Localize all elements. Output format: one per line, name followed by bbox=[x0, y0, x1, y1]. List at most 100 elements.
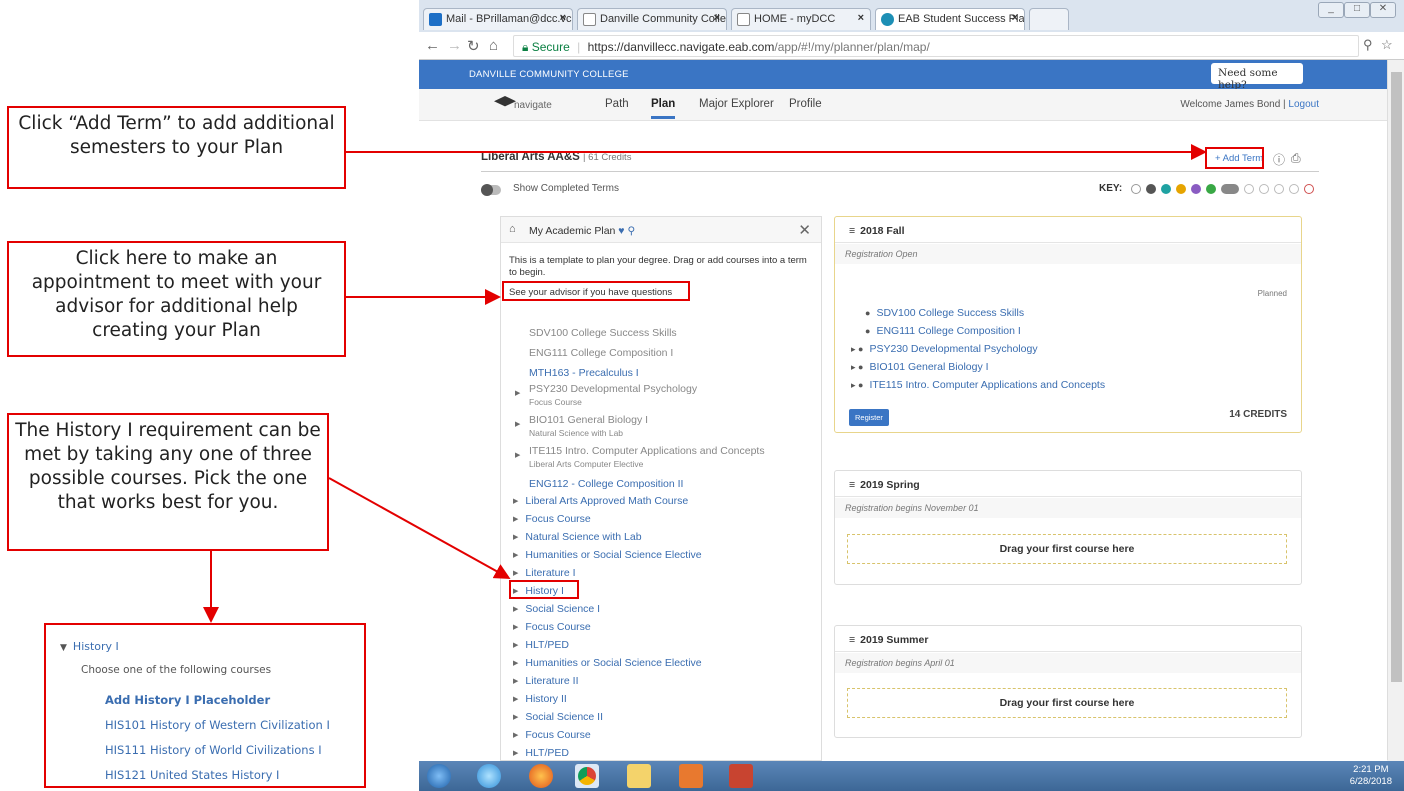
close-icon[interactable]: ✕ bbox=[798, 221, 811, 239]
page-icon bbox=[737, 13, 750, 26]
course-subtitle: Liberal Arts Computer Elective bbox=[529, 459, 644, 469]
logout-link[interactable]: Logout bbox=[1288, 99, 1319, 110]
requirement-item[interactable]: Focus Course bbox=[513, 621, 590, 633]
planned-course[interactable]: SDV100 College Success Skills bbox=[865, 307, 1024, 319]
requirement-item[interactable]: Liberal Arts Approved Math Course bbox=[513, 495, 688, 507]
nav-path[interactable]: Path bbox=[605, 98, 629, 110]
add-term-highlight bbox=[1205, 147, 1264, 169]
requirement-item[interactable]: Humanities or Social Science Elective bbox=[513, 549, 701, 561]
requirement-item[interactable]: Focus Course bbox=[513, 729, 590, 741]
ie-icon[interactable] bbox=[477, 764, 501, 788]
back-icon[interactable]: ← bbox=[425, 37, 440, 54]
planned-course[interactable]: ITE115 Intro. Computer Applications and … bbox=[851, 379, 1105, 391]
mail-icon bbox=[429, 13, 442, 26]
key-icon bbox=[1274, 184, 1284, 194]
media-icon[interactable] bbox=[679, 764, 703, 788]
reload-icon[interactable]: ↻ bbox=[467, 37, 480, 55]
advisor-highlight bbox=[502, 281, 690, 301]
requirement-item[interactable]: Literature I bbox=[513, 567, 575, 579]
term-card-summer-2019: 2019 Summer Registration begins April 01… bbox=[834, 625, 1302, 738]
home-icon[interactable]: ⌂ bbox=[489, 37, 498, 54]
lock-icon: 🔒︎ bbox=[522, 40, 529, 54]
key-icon bbox=[1146, 184, 1156, 194]
term-status: Registration Open bbox=[835, 244, 1301, 264]
completed-terms-toggle[interactable] bbox=[481, 184, 501, 196]
url-field[interactable]: 🔒︎ Secure | https://danvillecc.navigate.… bbox=[513, 35, 1359, 57]
course-item[interactable]: ENG111 College Composition I bbox=[529, 347, 673, 359]
expand-icon[interactable]: ▶ bbox=[515, 389, 520, 397]
history-heading: ▼ History I bbox=[60, 640, 119, 653]
requirement-item[interactable]: Natural Science with Lab bbox=[513, 531, 641, 543]
term-title: 2019 Spring bbox=[849, 479, 920, 491]
start-icon[interactable] bbox=[427, 764, 451, 788]
requirement-item[interactable]: Literature II bbox=[513, 675, 578, 687]
course-item[interactable]: MTH163 - Precalculus I bbox=[529, 367, 639, 379]
key-icon bbox=[1304, 184, 1314, 194]
requirement-item[interactable]: HLT/PED bbox=[513, 747, 569, 759]
star-icon[interactable]: ☆ bbox=[1381, 37, 1393, 53]
folder-icon[interactable] bbox=[627, 764, 651, 788]
course-subtitle: Natural Science with Lab bbox=[529, 428, 624, 438]
planned-course[interactable]: PSY230 Developmental Psychology bbox=[851, 343, 1037, 355]
requirement-item[interactable]: Social Science I bbox=[513, 603, 600, 615]
planned-course[interactable]: ENG111 College Composition I bbox=[865, 325, 1020, 337]
course-item[interactable]: ENG112 - College Composition II bbox=[529, 478, 683, 490]
key-icon bbox=[1289, 184, 1299, 194]
register-button[interactable]: Register bbox=[849, 409, 889, 426]
requirement-item[interactable]: HLT/PED bbox=[513, 639, 569, 651]
tab-mail[interactable]: Mail - BPrillaman@dcc.vc × bbox=[423, 8, 573, 30]
course-drop-zone[interactable]: Drag your first course here bbox=[847, 534, 1287, 564]
print-icon[interactable]: ⎙ bbox=[1291, 151, 1301, 166]
key-label: KEY: bbox=[1099, 183, 1123, 194]
navigate-logo[interactable]: navigate bbox=[494, 94, 568, 114]
nav-plan[interactable]: Plan bbox=[651, 98, 676, 119]
nav-profile[interactable]: Profile bbox=[789, 98, 822, 110]
minimize-button[interactable]: _ bbox=[1318, 2, 1344, 18]
divider bbox=[481, 171, 1319, 172]
requirement-item[interactable]: Humanities or Social Science Elective bbox=[513, 657, 701, 669]
new-tab-button[interactable] bbox=[1029, 8, 1069, 30]
scrollbar[interactable] bbox=[1387, 60, 1404, 760]
nav-major-explorer[interactable]: Major Explorer bbox=[699, 98, 774, 110]
firefox-icon[interactable] bbox=[529, 764, 553, 788]
academic-plan-panel: ⌂ My Academic Plan ♥ ⚲ ✕ This is a templ… bbox=[500, 216, 822, 761]
key-icon bbox=[1244, 184, 1254, 194]
college-name: DANVILLE COMMUNITY COLLEGE bbox=[469, 69, 629, 80]
requirement-item[interactable]: Focus Course bbox=[513, 513, 590, 525]
term-header: 2019 Summer bbox=[835, 626, 1301, 652]
history-option: HIS101 History of Western Civilization I bbox=[105, 718, 330, 732]
tab-eab[interactable]: EAB Student Success Pla × bbox=[875, 8, 1025, 30]
close-window-button[interactable]: ✕ bbox=[1370, 2, 1396, 18]
term-card-spring-2019: 2019 Spring Registration begins November… bbox=[834, 470, 1302, 585]
top-nav: navigate Path Plan Major Explorer Profil… bbox=[419, 89, 1387, 121]
plan-content: Liberal Arts AA&S | 61 Credits + Add Ter… bbox=[419, 121, 1387, 761]
course-item[interactable]: ITE115 Intro. Computer Applications and … bbox=[529, 445, 765, 457]
panel-title: My Academic Plan ♥ ⚲ bbox=[529, 225, 636, 237]
course-item[interactable]: PSY230 Developmental Psychology bbox=[529, 383, 697, 395]
course-item[interactable]: BIO101 General Biology I bbox=[529, 414, 648, 426]
planned-course[interactable]: BIO101 General Biology I bbox=[851, 361, 988, 373]
scroll-thumb[interactable] bbox=[1391, 72, 1402, 682]
expand-icon[interactable]: ▶ bbox=[515, 420, 520, 428]
chrome-icon[interactable] bbox=[575, 764, 599, 788]
requirement-item[interactable]: Social Science II bbox=[513, 711, 603, 723]
requirement-item[interactable]: History II bbox=[513, 693, 566, 705]
help-circle-icon[interactable]: ⓘ bbox=[1273, 151, 1285, 168]
tab-mydcc[interactable]: HOME - myDCC × bbox=[731, 8, 871, 30]
tab-danville[interactable]: Danville Community Colle × bbox=[577, 8, 727, 30]
help-button[interactable]: Need some help? bbox=[1211, 63, 1303, 91]
graduation-cap-icon: ⌂ bbox=[509, 223, 516, 235]
course-drop-zone[interactable]: Drag your first course here bbox=[847, 688, 1287, 718]
zoom-icon[interactable]: ⚲ bbox=[1363, 37, 1373, 53]
course-item[interactable]: SDV100 College Success Skills bbox=[529, 327, 677, 339]
tab-bar: Mail - BPrillaman@dcc.vc × Danville Commu… bbox=[419, 0, 1404, 32]
search-icon[interactable]: ⚲ bbox=[627, 225, 635, 237]
expand-icon[interactable]: ▶ bbox=[515, 451, 520, 459]
clock[interactable]: 2:21 PM 6/28/2018 bbox=[1350, 764, 1392, 788]
history-options-callout: ▼ History I Choose one of the following c… bbox=[44, 623, 366, 788]
college-bar: DANVILLE COMMUNITY COLLEGE Need some hel… bbox=[419, 60, 1387, 91]
forward-icon[interactable]: → bbox=[447, 37, 462, 54]
history-callout: The History I requirement can be met by … bbox=[7, 413, 329, 551]
powerpoint-icon[interactable] bbox=[729, 764, 753, 788]
maximize-button[interactable]: □ bbox=[1344, 2, 1370, 18]
